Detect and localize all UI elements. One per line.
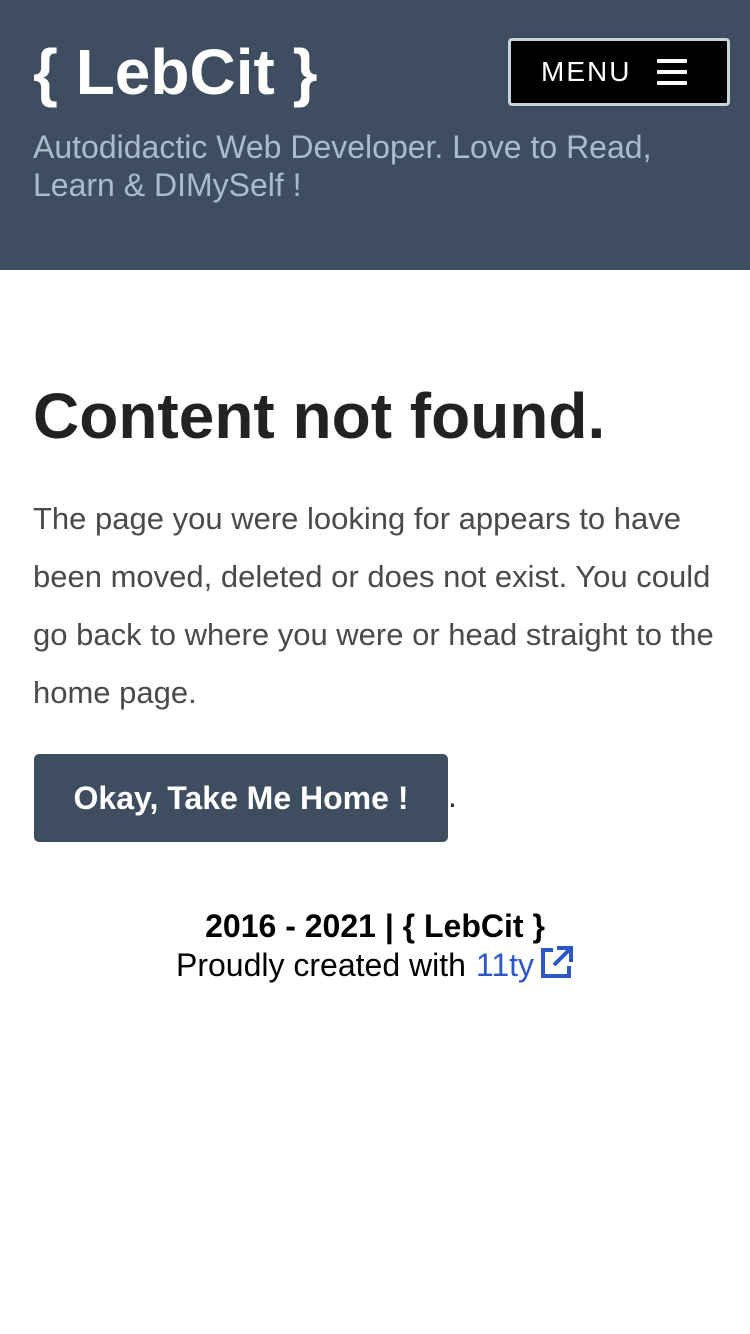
site-footer: 2016 - 2021 | { LebCit } Proudly created… [0,906,750,984]
footer-11ty-link[interactable]: 11ty [476,946,534,984]
footer-credit-text: Proudly created with [175,947,466,983]
site-title[interactable]: { LebCit } [33,36,317,108]
home-button[interactable]: Okay, Take Me Home ! [34,754,448,842]
footer-credit: Proudly created with 11ty [0,946,750,984]
footer-copyright: 2016 - 2021 | { LebCit } [205,908,545,944]
site-header: { LebCit } Autodidactic Web Developer. L… [0,0,750,270]
menu-button[interactable]: MENU [508,38,730,106]
home-row: Okay, Take Me Home ! . [34,754,457,842]
external-link-icon[interactable] [538,945,574,981]
trailing-period: . [448,778,457,814]
not-found-message: The page you were looking for appears to… [33,501,714,710]
site-tagline: Autodidactic Web Developer. Love to Read… [33,129,652,203]
menu-label: MENU [541,56,632,87]
page-title: Content not found. [33,380,606,452]
hamburger-icon [657,59,688,85]
